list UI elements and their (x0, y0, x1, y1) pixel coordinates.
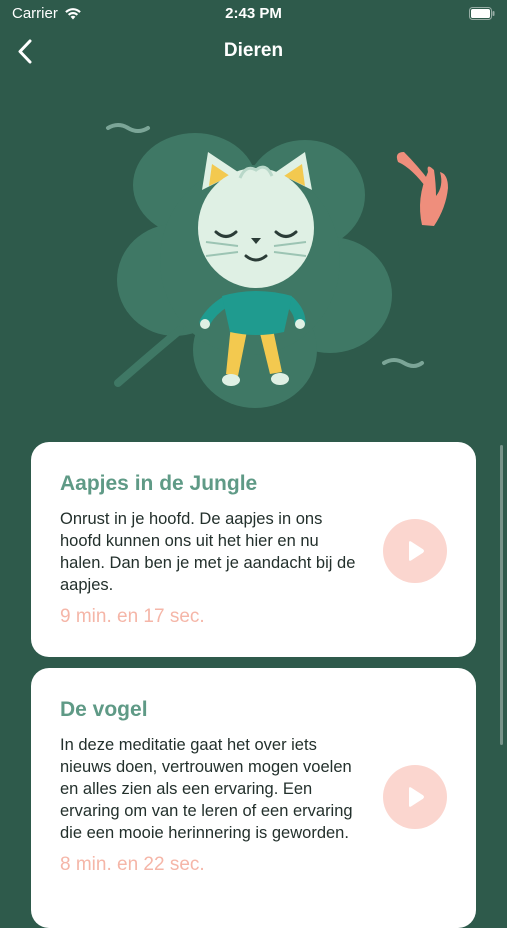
meditation-duration: 8 min. en 22 sec. (60, 854, 205, 875)
status-time: 2:43 PM (225, 5, 282, 22)
meditation-title: De vogel (60, 698, 148, 721)
battery-icon (469, 7, 495, 20)
coral-decoration (396, 152, 448, 226)
meditation-card[interactable]: Aapjes in de Jungle Onrust in je hoofd. … (31, 442, 476, 657)
scrollbar[interactable] (500, 445, 503, 745)
meditation-description: Onrust in je hoofd. De aapjes in ons hoo… (60, 510, 356, 594)
cat-on-leaf-illustration (106, 123, 448, 408)
play-button[interactable] (383, 519, 447, 583)
wave-decoration (382, 358, 424, 368)
play-button[interactable] (383, 765, 447, 829)
status-bar: Carrier 2:43 PM (0, 0, 507, 28)
meditation-description: In deze meditatie gaat het over iets nie… (60, 736, 353, 842)
navigation-bar: Dieren (0, 28, 507, 76)
wave-decoration (106, 123, 150, 133)
meditation-title: Aapjes in de Jungle (60, 472, 258, 495)
meditation-duration: 9 min. en 17 sec. (60, 606, 205, 627)
page-title: Dieren (223, 40, 284, 61)
meditation-card[interactable]: De vogel In deze meditatie gaat het over… (31, 668, 476, 928)
play-icon (409, 787, 424, 807)
play-icon (409, 541, 424, 561)
